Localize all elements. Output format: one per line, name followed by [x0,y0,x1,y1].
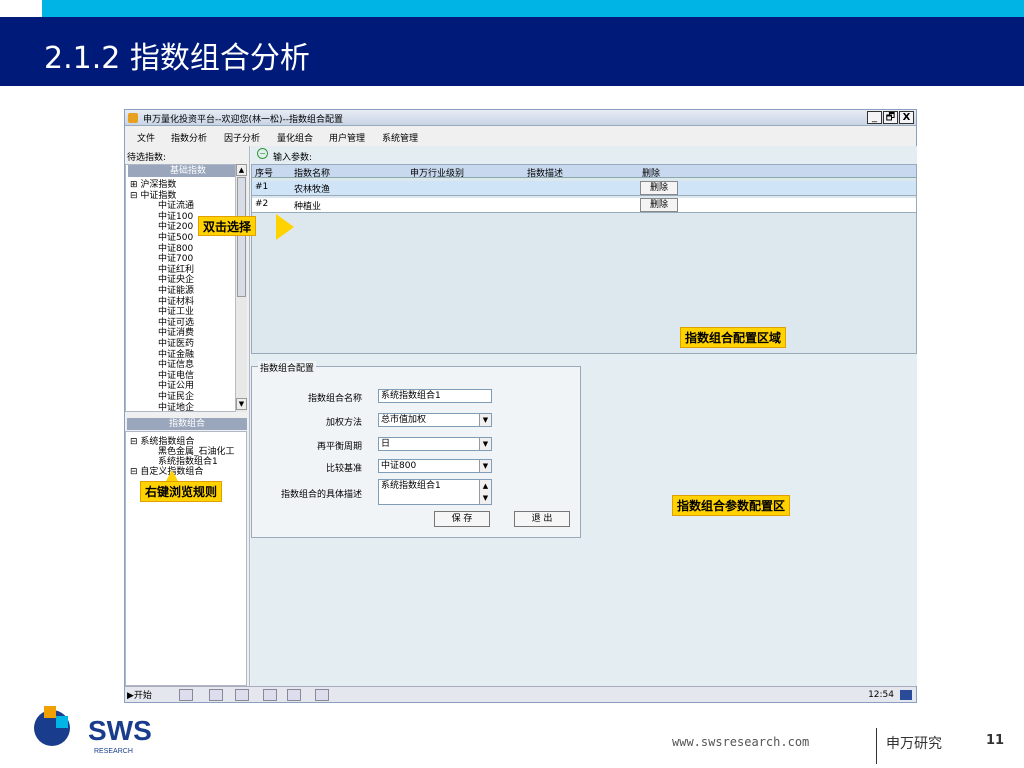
desc-label: 指数组合的具体描述 [280,490,362,500]
config-legend: 指数组合配置 [258,361,317,374]
logo-text: SWS [88,715,152,746]
combo-tree[interactable]: ⊟ 系统指数组合 黑色金属_石油化工 系统指数组合1 ⊟ 自定义指数组合 [125,431,247,686]
chevron-down-icon[interactable]: ▼ [479,438,491,450]
double-click-text: 双击选择 [198,216,257,236]
config-group: 指数组合配置 指数组合名称 系统指数组合1 加权方法 总市值加权 ▼ 再平衡周期 … [251,361,581,538]
restore-button[interactable]: 🗗 [883,111,898,124]
name-label: 指数组合名称 [307,394,362,404]
save-button[interactable]: 保 存 [434,511,490,527]
menu-user-management[interactable]: 用户管理 [329,131,365,144]
period-value: 日 [381,439,391,449]
menu-system-management[interactable]: 系统管理 [382,131,418,144]
app-task-icon[interactable] [287,689,301,701]
weight-value: 总市值加权 [381,415,427,425]
row-name: 种植业 [294,202,322,212]
window-titlebar: 申万量化投资平台--欢迎您(林一松)--指数组合配置 _ 🗗 X [125,110,916,126]
desc-textarea[interactable]: 系统指数组合1 ▲ ▼ [378,479,492,505]
table-row[interactable]: #2 种植业 删除 [252,198,916,213]
slide-title: 2.1.2 指数组合分析 [44,41,310,76]
double-click-callout: 双击选择 [198,214,296,240]
top-stripe [0,0,1024,17]
chevron-down-icon[interactable]: ▼ [479,414,491,426]
delete-button[interactable]: 删除 [640,198,678,212]
tree-item[interactable]: 中证地企 [158,400,194,411]
candidate-label: 待选指数: [127,153,167,163]
spin-icon[interactable]: ▲ ▼ [479,480,491,504]
arrow-up-icon [166,470,178,481]
combo-header: 指数组合 [127,418,247,430]
app-window: 申万量化投资平台--欢迎您(林一松)--指数组合配置 _ 🗗 X 文件 指数分析… [124,109,917,703]
excel-icon[interactable] [209,689,223,701]
minimize-button[interactable]: _ [867,111,882,124]
slide-title-bar: 2.1.2 指数组合分析 [0,17,1024,86]
close-button[interactable]: X [899,111,914,124]
col-name: 指数名称 [294,169,331,179]
menu-index-analysis[interactable]: 指数分析 [171,131,207,144]
menu-bar: 文件 指数分析 因子分析 量化组合 用户管理 系统管理 [125,127,916,144]
params-grid: 序号 指数名称 申万行业级别 指数描述 删除 #1 农林牧渔 删除 #2 种植业… [251,164,917,354]
footer-org: 申万研究 [886,736,942,752]
menu-quant-portfolio[interactable]: 量化组合 [277,131,313,144]
footer-url[interactable]: www.swsresearch.com [672,735,809,749]
params-label: 输入参数: [273,153,313,163]
footer-divider [876,728,877,764]
right-click-callout: 右键浏览规则 [140,481,223,502]
bench-value: 中证800 [381,461,417,471]
bench-label: 比较基准 [325,464,362,474]
window-title: 申万量化投资平台--欢迎您(林一松)--指数组合配置 [143,115,344,125]
col-no: 序号 [255,169,274,179]
collapse-icon[interactable]: − [257,148,268,159]
col-level: 申万行业级别 [410,169,465,179]
combo-name-field[interactable]: 系统指数组合1 [378,389,492,403]
col-del: 删除 [642,169,661,179]
period-label: 再平衡周期 [316,442,362,452]
weight-label: 加权方法 [325,418,362,428]
sws-logo: SWS RESEARCH [34,706,152,755]
taskbar: ▶开始 12:54 [125,686,916,702]
row-no: #2 [255,199,269,209]
page-number: 11 [986,733,1005,748]
word-icon[interactable] [235,689,249,701]
menu-factor-analysis[interactable]: 因子分析 [224,131,260,144]
row-no: #1 [255,182,269,192]
param-area-callout: 指数组合参数配置区 [672,495,791,516]
config-area-callout: 指数组合配置区域 [680,327,787,348]
desc-value: 系统指数组合1 [381,481,441,491]
grid-header: 序号 指数名称 申万行业级别 指数描述 删除 [252,165,916,179]
base-index-header: 基础指数 [128,165,246,177]
tree-scrollbar[interactable]: ▲ ▼ [235,164,247,412]
period-select[interactable]: 日 ▼ [378,437,492,451]
row-name: 农林牧渔 [294,185,331,195]
app-icon [128,113,138,123]
clock: 12:54 [868,690,894,700]
tool-icon[interactable] [263,689,277,701]
bench-select[interactable]: 中证800 ▼ [378,459,492,473]
menu-file[interactable]: 文件 [137,131,155,144]
right-pane: − 输入参数: 序号 指数名称 申万行业级别 指数描述 删除 #1 农林牧渔 删… [251,146,917,686]
col-desc: 指数描述 [527,169,564,179]
arrow-right-icon [276,214,294,240]
scroll-up-icon[interactable]: ▲ [236,164,247,176]
delete-button[interactable]: 删除 [640,181,678,195]
pdf-icon[interactable] [315,689,329,701]
chevron-down-icon[interactable]: ▼ [479,460,491,472]
scroll-down-icon[interactable]: ▼ [236,398,247,410]
exit-button[interactable]: 退 出 [514,511,570,527]
logo-sub: RESEARCH [94,748,133,755]
explorer-icon[interactable] [179,689,193,701]
desktop-icon[interactable] [900,690,912,700]
base-index-tree[interactable]: 基础指数 ⊞ 沪深指数 ⊟ 中证指数 中证流通 中证100 中证200 中证500 中证80… [125,164,247,412]
table-row[interactable]: #1 农林牧渔 删除 [252,181,916,196]
weight-select[interactable]: 总市值加权 ▼ [378,413,492,427]
